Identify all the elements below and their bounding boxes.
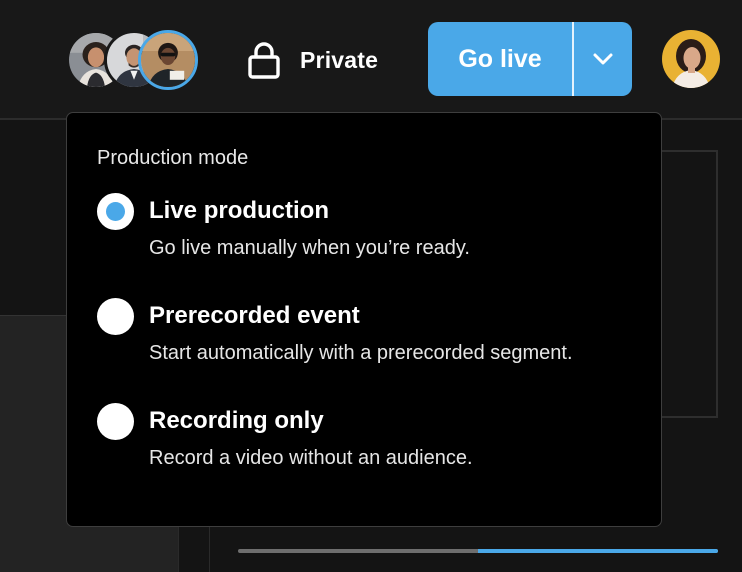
app-window: Private Go live Production mode Live pro…: [0, 0, 742, 572]
participant-photo: [141, 33, 195, 87]
lock-icon: [248, 42, 280, 79]
go-live-separator: [572, 22, 574, 96]
option-title: Live production: [149, 197, 329, 224]
user-photo: [662, 30, 720, 88]
option-recording-only[interactable]: Recording only Record a video without an…: [97, 401, 647, 481]
chevron-down-icon: [593, 53, 613, 65]
menu-title: Production mode: [97, 147, 249, 169]
option-title: Recording only: [149, 407, 324, 434]
user-avatar[interactable]: [662, 30, 720, 88]
privacy-label: Private: [300, 46, 379, 73]
option-description: Go live manually when you’re ready.: [149, 237, 470, 259]
go-live-split-button: Go live: [428, 22, 632, 96]
option-description: Record a video without an audience.: [149, 447, 473, 469]
radio-selected[interactable]: [97, 193, 134, 230]
option-title: Prerecorded event: [149, 302, 360, 329]
radio-unselected[interactable]: [97, 403, 134, 440]
privacy-toggle[interactable]: Private: [246, 40, 378, 80]
participant-avatars[interactable]: [66, 28, 206, 90]
left-panel: [0, 120, 70, 315]
go-live-button[interactable]: Go live: [428, 22, 572, 96]
radio-unselected[interactable]: [97, 298, 134, 335]
go-live-options-toggle[interactable]: [574, 22, 632, 96]
progress-fill: [478, 549, 718, 553]
option-prerecorded-event[interactable]: Prerecorded event Start automatically wi…: [97, 296, 647, 376]
option-live-production[interactable]: Live production Go live manually when yo…: [97, 191, 647, 271]
production-mode-menu: Production mode Live production Go live …: [66, 112, 662, 527]
participant-avatar-active[interactable]: [138, 30, 198, 90]
progress-bar: [238, 549, 718, 553]
option-description: Start automatically with a prerecorded s…: [149, 342, 573, 364]
